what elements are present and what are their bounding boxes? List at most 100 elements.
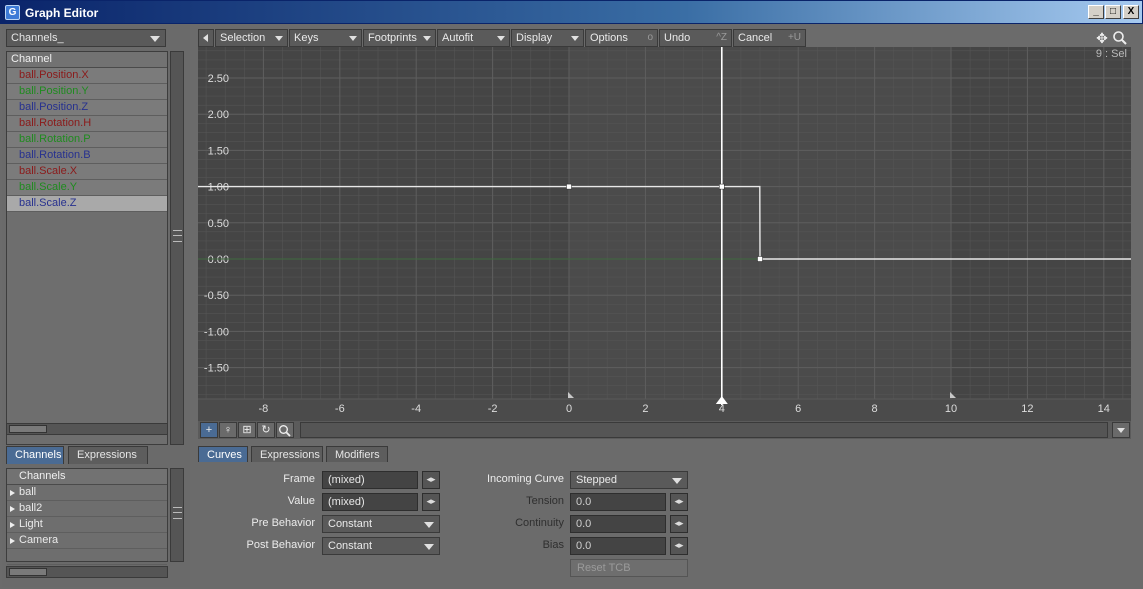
scene-item-label: Camera: [19, 534, 59, 546]
curve-graph[interactable]: -8 -6 -4 -2 0 2 4 6 8 10 12 142.502.001.501.000.500…: [198, 47, 1131, 421]
channel-row[interactable]: ball.Position.X: [7, 68, 167, 84]
channel-row[interactable]: ball.Scale.Y: [7, 180, 167, 196]
channel-row-label: ball.Scale.Y: [19, 181, 78, 193]
channel-row[interactable]: ball.Rotation.P: [7, 132, 167, 148]
post-behavior-value: Constant: [328, 540, 373, 552]
channels-dropdown[interactable]: Channels_: [6, 29, 166, 47]
graph-tools-field[interactable]: [300, 422, 1108, 438]
expand-arrow-icon[interactable]: [10, 522, 15, 528]
x-tick-label: 8: [872, 403, 878, 415]
channels-dropdown-label: Channels_: [11, 32, 64, 44]
channel-row[interactable]: ball.Position.Y: [7, 84, 167, 100]
key-pin-tool-icon[interactable]: ♀: [219, 422, 237, 438]
app-icon: G: [5, 5, 20, 20]
chevron-down-icon: [424, 522, 434, 528]
keyframe-point[interactable]: [566, 183, 572, 190]
autofit-menu[interactable]: Autofit: [437, 29, 510, 47]
post-behavior-select[interactable]: Constant: [322, 537, 440, 555]
display-menu-label: Display: [516, 32, 553, 44]
channel-row[interactable]: ball.Scale.Z: [7, 196, 167, 212]
incoming-curve-select[interactable]: Stepped: [570, 471, 688, 489]
box-select-tool-icon[interactable]: ⊞: [238, 422, 256, 438]
expand-dropdown-button[interactable]: [1112, 422, 1130, 438]
footprints-menu[interactable]: Footprints: [363, 29, 436, 47]
scene-item-label: ball: [19, 486, 37, 498]
zoom-icon[interactable]: [1112, 30, 1128, 46]
chevron-left-icon: [203, 34, 208, 42]
options-button[interactable]: Options o: [585, 29, 658, 47]
expand-arrow-icon[interactable]: [10, 506, 15, 512]
chevron-down-icon: [423, 36, 431, 41]
hscroll-thumb[interactable]: [9, 568, 47, 576]
scene-item[interactable]: ball: [7, 485, 167, 501]
continuity-stepper-icon[interactable]: ◂▸: [670, 515, 688, 533]
hscroll-thumb[interactable]: [9, 425, 47, 433]
maximize-button[interactable]: □: [1105, 5, 1121, 19]
autofit-menu-label: Autofit: [442, 32, 474, 44]
pre-behavior-value: Constant: [328, 518, 373, 530]
bias-stepper-icon[interactable]: ◂▸: [670, 537, 688, 555]
channel-row[interactable]: ball.Position.Z: [7, 100, 167, 116]
channel-row[interactable]: ball.Rotation.B: [7, 148, 167, 164]
channel-row-label: ball.Rotation.B: [19, 149, 91, 161]
y-tick-label: 1.50: [208, 145, 229, 157]
tab-expressions[interactable]: Expressions: [68, 446, 148, 464]
zoom-tool-icon[interactable]: [276, 422, 294, 438]
x-tick-label: -4: [411, 403, 421, 415]
add-key-tool-icon[interactable]: +: [200, 422, 218, 438]
close-button[interactable]: X: [1123, 5, 1139, 19]
keyframe-point[interactable]: [757, 256, 763, 262]
x-tick-label: 10: [945, 403, 957, 415]
channel-row-label: ball.Rotation.H: [19, 117, 92, 129]
channel-list-header: Channel: [7, 52, 167, 68]
options-mark: o: [647, 32, 653, 43]
undo-button-label: Undo: [664, 32, 691, 44]
title-bar: G Graph Editor _ □ X: [0, 0, 1143, 24]
expand-arrow-icon[interactable]: [10, 490, 15, 496]
x-tick-label: 0: [566, 403, 572, 415]
scene-item[interactable]: Camera: [7, 533, 167, 549]
selection-menu[interactable]: Selection: [215, 29, 288, 47]
scene-item[interactable]: ball2: [7, 501, 167, 517]
graph-area[interactable]: -8 -6 -4 -2 0 2 4 6 8 10 12 14 2.50 2.00 1.50 1.00 0.50 0…: [198, 47, 1131, 421]
expand-arrow-icon[interactable]: [10, 538, 15, 544]
channel-list-hscroll[interactable]: [6, 423, 168, 435]
channel-row-label: ball.Position.X: [19, 69, 89, 81]
y-tick-label: 1.00: [208, 182, 229, 194]
bias-field[interactable]: 0.0: [570, 537, 666, 555]
y-tick-label: 0.50: [208, 218, 229, 230]
rotate-view-tool-icon[interactable]: ↻: [257, 422, 275, 438]
move-view-icon[interactable]: ✥: [1094, 30, 1110, 46]
scene-list-hscroll[interactable]: [6, 566, 168, 578]
chevron-down-icon: [571, 36, 579, 41]
left-panel: Channels_ Channel ball.Position.X ball.Po…: [2, 25, 190, 587]
tension-stepper-icon[interactable]: ◂▸: [670, 493, 688, 511]
pre-behavior-select[interactable]: Constant: [322, 515, 440, 533]
minimize-button[interactable]: _: [1088, 5, 1104, 19]
tab-channels[interactable]: Channels: [6, 446, 64, 464]
scene-item[interactable]: Light: [7, 517, 167, 533]
tension-label: Tension: [526, 495, 564, 507]
continuity-field[interactable]: 0.0: [570, 515, 666, 533]
frame-field[interactable]: (mixed): [322, 471, 418, 489]
reset-tcb-button[interactable]: Reset TCB: [570, 559, 688, 577]
keys-menu[interactable]: Keys: [289, 29, 362, 47]
scene-list-scrollbar[interactable]: [170, 468, 184, 562]
undo-button[interactable]: Undo ^Z: [659, 29, 732, 47]
channel-row[interactable]: ball.Rotation.H: [7, 116, 167, 132]
curves-panel: Frame (mixed) ◂▸ Value (mixed) ◂▸ Pre Be…: [192, 462, 1137, 580]
y-tick-label: 0.00: [208, 254, 229, 266]
channel-list-scrollbar[interactable]: [170, 51, 184, 445]
tension-field[interactable]: 0.0: [570, 493, 666, 511]
display-menu[interactable]: Display: [511, 29, 584, 47]
x-tick-label: -8: [259, 403, 269, 415]
footprints-menu-label: Footprints: [368, 32, 417, 44]
channel-row[interactable]: ball.Scale.X: [7, 164, 167, 180]
cancel-button[interactable]: Cancel +U: [733, 29, 806, 47]
collapse-button[interactable]: [198, 29, 214, 47]
keyframe-point[interactable]: [719, 183, 725, 190]
view-icons: ✥: [1094, 30, 1134, 46]
scene-item-label: Light: [19, 518, 43, 530]
value-field[interactable]: (mixed): [322, 493, 418, 511]
chevron-down-icon: [424, 544, 434, 550]
